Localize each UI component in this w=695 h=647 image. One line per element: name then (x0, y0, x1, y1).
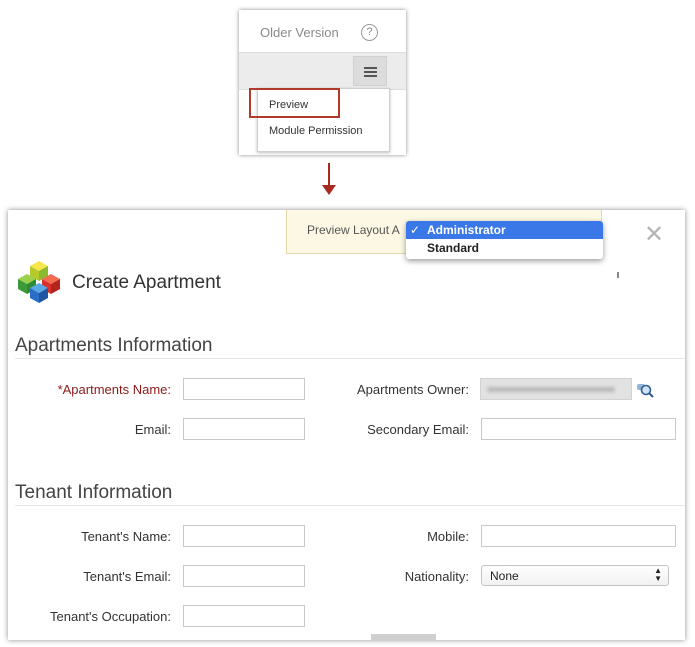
checkmark-icon: ✓ (410, 223, 421, 237)
tenant-email-input[interactable] (183, 565, 305, 587)
page-title: Create Apartment (72, 272, 221, 293)
section-divider (15, 505, 685, 506)
select-arrows-icon: ▲ ▼ (654, 566, 662, 583)
email-label: Email: (134, 422, 171, 437)
apartments-owner-label: Apartments Owner: (357, 382, 469, 397)
preview-highlight-box (249, 88, 340, 118)
nationality-select[interactable]: None ▲ ▼ (481, 565, 669, 586)
apartments-name-input[interactable] (183, 378, 305, 400)
layout-role-dropdown[interactable]: ✓ Administrator Standard (406, 221, 603, 259)
apartments-owner-field[interactable] (480, 378, 632, 400)
help-icon[interactable]: ? (361, 24, 378, 41)
role-option-administrator[interactable]: Administrator (427, 223, 506, 237)
apartments-name-label: *Apartments Name: (57, 382, 171, 397)
scroll-indicator[interactable] (371, 634, 436, 640)
older-version-link[interactable]: Older Version (260, 25, 339, 40)
preview-layout-label: Preview Layout A (307, 223, 400, 237)
secondary-email-label: Secondary Email: (367, 422, 469, 437)
mobile-label: Mobile: (427, 529, 469, 544)
down-arrow-icon (328, 163, 330, 187)
create-record-panel: Preview Layout A ✕ Create Apartment Apar… (8, 210, 685, 640)
module-logo-icon (18, 261, 60, 303)
lookup-icon[interactable] (636, 382, 654, 398)
close-icon[interactable]: ✕ (644, 223, 664, 247)
section-title-tenant: Tenant Information (15, 482, 173, 503)
down-arrow-head (322, 185, 336, 195)
email-input[interactable] (183, 418, 305, 440)
tenant-occupation-input[interactable] (183, 605, 305, 627)
section-divider (15, 358, 685, 359)
section-title-apartments: Apartments Information (15, 335, 213, 356)
tenant-occupation-label: Tenant's Occupation: (50, 609, 171, 624)
nationality-label: Nationality: (404, 569, 469, 584)
mobile-input[interactable] (481, 525, 676, 547)
secondary-email-input[interactable] (481, 418, 676, 440)
role-option-standard[interactable]: Standard (427, 241, 479, 255)
menu-item-module-permission[interactable]: Module Permission (269, 125, 363, 137)
nationality-value: None (490, 569, 519, 583)
tenant-email-label: Tenant's Email: (83, 569, 171, 584)
module-menu-snippet: Older Version ? Preview Module Permissio… (239, 10, 406, 155)
menu-icon[interactable] (353, 56, 387, 86)
divider-tick (617, 272, 619, 278)
tenant-name-input[interactable] (183, 525, 305, 547)
tenant-name-label: Tenant's Name: (81, 529, 171, 544)
